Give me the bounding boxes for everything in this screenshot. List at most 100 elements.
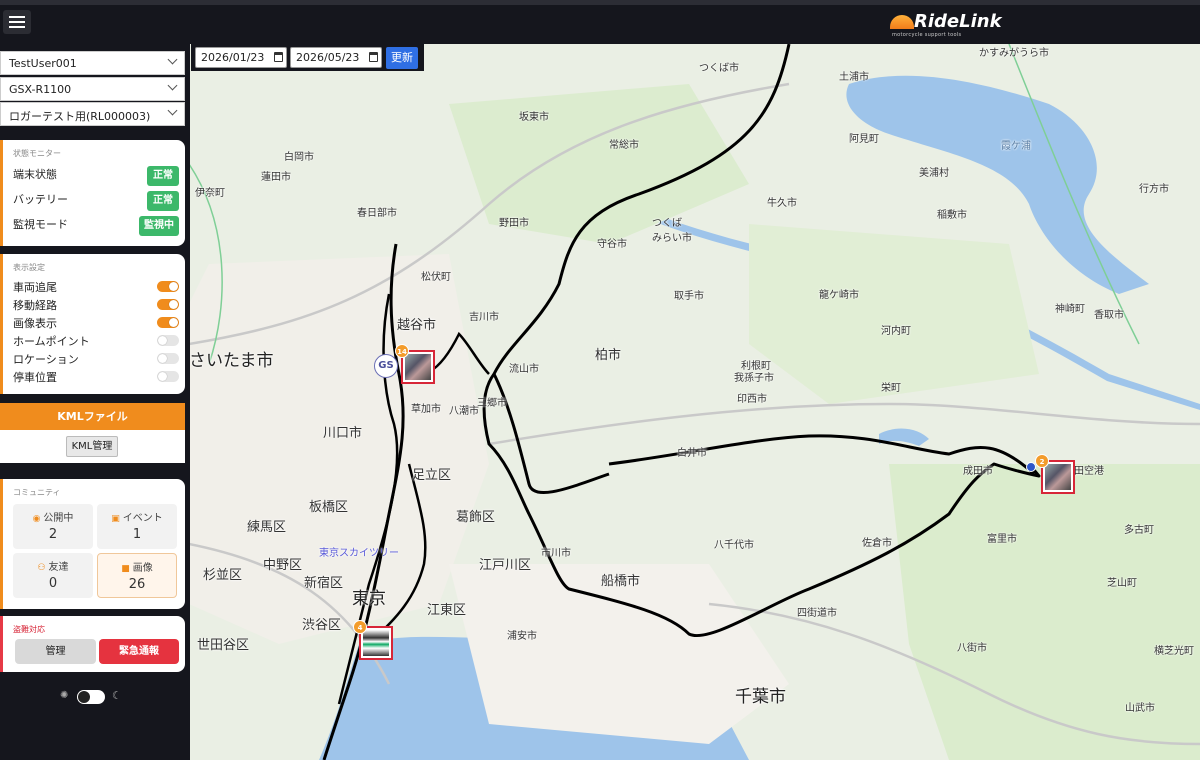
map-label: 杉並区 — [203, 568, 243, 583]
map-label: さいたま市 — [189, 351, 274, 371]
map-label: 印西市 — [737, 394, 767, 405]
map-label: 稲敷市 — [937, 210, 967, 221]
photo-thumbnail — [363, 630, 389, 656]
photo-count-badge: 2 — [1035, 454, 1049, 468]
map-label: 川口市 — [323, 426, 363, 441]
tile-label: 友達 — [48, 562, 69, 573]
status-label: 監視モード — [13, 218, 68, 231]
map-label: 浦安市 — [507, 631, 537, 642]
calendar-icon[interactable] — [274, 52, 283, 62]
setting-row: ホームポイント — [13, 333, 181, 351]
map-label: 江戸川区 — [479, 558, 532, 573]
map-label: 葛飾区 — [456, 510, 496, 525]
map-label: 東京スカイツリー — [319, 548, 399, 559]
map-label: 中野区 — [263, 558, 303, 573]
map-label: 四街道市 — [797, 608, 837, 619]
tile-value: 0 — [48, 576, 58, 591]
kml-section-header: KMLファイル — [0, 403, 185, 430]
map-view[interactable]: つくば市 土浦市 かすみがうら市 坂東市 常総市 阿見町 美浦村 霞ケ浦 つくば… — [189, 44, 1200, 760]
theme-toggle[interactable] — [77, 690, 105, 704]
map-label: 吉川市 — [469, 312, 499, 323]
map-label: 河内町 — [881, 326, 911, 337]
hamburger-icon[interactable] — [3, 10, 31, 34]
kml-manage-button[interactable]: KML管理 — [66, 436, 118, 457]
tile-value: 1 — [132, 527, 142, 542]
theft-manage-button[interactable]: 管理 — [15, 639, 96, 664]
chevron-down-icon — [167, 80, 178, 91]
map-label: 富里市 — [987, 534, 1017, 545]
calendar-icon: ▣ — [111, 514, 120, 524]
display-settings-title: 表示設定 — [13, 263, 45, 272]
map-label: 芝山町 — [1107, 578, 1137, 589]
emergency-report-button[interactable]: 緊急通報 — [99, 639, 179, 664]
setting-label: ホームポイント — [13, 335, 90, 348]
tile-value: 2 — [48, 527, 58, 542]
sidebar: TestUser001 GSX-R1100 ロガーテスト用(RL000003) … — [0, 44, 190, 760]
status-label: バッテリー — [13, 193, 68, 206]
status-badge: 正常 — [147, 191, 179, 211]
vehicle-select[interactable]: GSX-R1100 — [0, 77, 185, 101]
status-monitor-card: 状態モニター 端末状態 正常 バッテリー 正常 監視モード 監視中 — [0, 140, 185, 246]
gas-station-marker[interactable]: GS — [374, 354, 398, 378]
map-label: 蓮田市 — [261, 172, 291, 183]
theft-response-card: 盗難対応 管理 緊急通報 — [0, 616, 185, 672]
map-label: 柏市 — [595, 348, 622, 363]
map-label: かすみがうら市 — [979, 48, 1049, 59]
community-tile-public[interactable]: ◉ 公開中 2 — [13, 504, 93, 549]
map-label: 美浦村 — [919, 168, 949, 179]
friends-icon: ⚇ — [37, 563, 46, 573]
route-toggle[interactable] — [157, 299, 179, 310]
map-label: 世田谷区 — [197, 638, 250, 653]
date-to-input[interactable]: 2026/05/23 — [290, 47, 382, 68]
tile-label: 画像 — [132, 563, 153, 574]
photo-marker[interactable]: 4 — [353, 620, 393, 660]
date-from-input[interactable]: 2026/01/23 — [195, 47, 287, 68]
tile-label: イベント — [122, 513, 163, 524]
map-label: 伊奈町 — [195, 188, 225, 199]
status-row: 端末状態 正常 — [13, 166, 181, 186]
brand-subtitle: motorcycle support tools — [892, 32, 962, 38]
map-label: 江東区 — [427, 603, 467, 618]
vehicle-location-pin-icon[interactable] — [1026, 462, 1036, 472]
tile-label: 公開中 — [43, 513, 74, 524]
map-canvas — [189, 44, 1200, 760]
map-label: 神崎町 — [1055, 304, 1085, 315]
chevron-down-icon — [167, 54, 178, 65]
green-area-east — [889, 464, 1200, 760]
camera-icon: ■ — [121, 564, 130, 574]
location-toggle[interactable] — [157, 353, 179, 364]
map-label: 霞ケ浦 — [1001, 141, 1031, 152]
image-display-toggle[interactable] — [157, 317, 179, 328]
map-label: 八街市 — [957, 643, 987, 654]
photo-marker[interactable]: 14 — [395, 344, 435, 384]
community-tile-friends[interactable]: ⚇ 友達 0 — [13, 553, 93, 598]
moon-icon: ☾ — [112, 689, 122, 702]
home-point-toggle[interactable] — [157, 335, 179, 346]
calendar-icon[interactable] — [369, 52, 378, 62]
map-label: 佐倉市 — [862, 538, 892, 549]
map-label: 阿見町 — [849, 134, 879, 145]
map-label: 足立区 — [412, 468, 452, 483]
setting-label: 車両追尾 — [13, 281, 57, 294]
status-badge: 正常 — [147, 166, 179, 186]
setting-row: 停車位置 — [13, 369, 181, 387]
photo-count-badge: 14 — [395, 344, 409, 358]
vehicle-tracking-toggle[interactable] — [157, 281, 179, 292]
community-tile-images[interactable]: ■ 画像 26 — [97, 553, 177, 598]
tile-value: 26 — [128, 577, 146, 592]
user-select[interactable]: TestUser001 — [0, 51, 185, 75]
update-button[interactable]: 更新 — [386, 47, 418, 69]
map-label: 松伏町 — [421, 272, 451, 283]
community-tile-events[interactable]: ▣ イベント 1 — [97, 504, 177, 549]
brand-name: RideLink — [914, 11, 1002, 32]
map-label: 龍ケ崎市 — [819, 290, 859, 301]
theme-switch[interactable]: ✺ ☾ — [60, 689, 130, 705]
logger-select[interactable]: ロガーテスト用(RL000003) — [0, 102, 185, 126]
stop-position-toggle[interactable] — [157, 371, 179, 382]
urban-area-east — [449, 564, 789, 744]
status-label: 端末状態 — [13, 168, 57, 181]
kml-section: KML管理 — [0, 430, 185, 463]
map-label: 我孫子市 — [734, 373, 774, 384]
photo-marker[interactable]: 2 — [1035, 454, 1075, 494]
theft-response-title: 盗難対応 — [13, 625, 45, 634]
